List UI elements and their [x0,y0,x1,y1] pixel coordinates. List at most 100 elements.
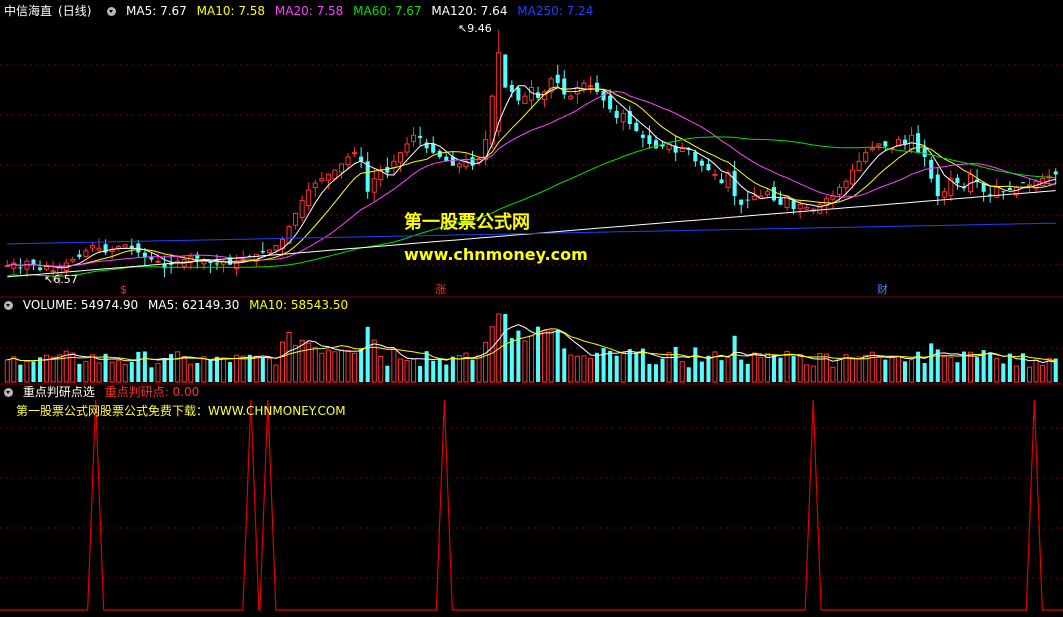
volume-bar [895,355,901,383]
volume-bar [909,359,915,383]
candle-body [50,270,56,273]
volume-menu-icon[interactable] [4,301,13,310]
volume-bar [155,362,161,383]
volume-ma5-legend: MA5: 62149.30 [148,298,240,312]
volume-bar [719,360,724,382]
candle-body [149,257,154,260]
volume-bar [503,314,508,382]
volume-bar [489,326,495,383]
indicator-panel-header: 重点判研点选 重点判研点: 0.00 [4,385,205,399]
volume-bar [693,347,698,382]
volume-bar [24,360,30,383]
candle-body [266,249,272,254]
volume-bar [758,357,764,383]
candle-body [712,173,718,176]
volume-bar [843,354,849,383]
volume-bar [679,361,685,383]
panel-menu-icon[interactable] [107,7,117,16]
volume-bar [371,339,377,383]
candle-body [778,198,783,205]
event-marker-1[interactable]: $ [120,283,127,297]
volume-bar [745,363,750,382]
candle-body [503,54,508,88]
volume-bar [103,353,108,382]
volume-bar [994,357,1000,383]
candle-body [509,84,514,92]
candle-body [456,163,462,168]
candle-body [902,139,908,144]
volume-bar [1040,365,1046,383]
volume-bar [279,341,286,383]
ma250-legend: MA250: 7.24 [517,4,594,18]
candle-body [608,95,613,110]
volume-bar [136,351,141,382]
candle-body [620,113,626,123]
volume-bar [391,348,397,383]
volume-bar [228,362,233,382]
volume-bar [856,356,862,383]
volume-bar [791,356,796,382]
volume-bar [810,365,816,383]
indicator-menu-icon[interactable] [4,388,13,397]
ma10-legend: MA10: 7.58 [196,4,266,18]
indicator-name: 重点判研点选 [22,385,95,399]
volume-bar [732,335,737,382]
low-price-annotation: ↖6.57 [44,273,78,286]
volume-bar [411,358,417,383]
candle-body [44,265,50,270]
volume-bar [83,360,89,383]
volume-bar [955,362,960,382]
volume-bar [784,350,790,383]
candle-body [312,182,318,189]
volume-bar [1026,366,1033,383]
volume-bar [208,359,213,382]
ma10-line [7,86,1056,267]
volume-bar [608,350,613,382]
volume-bar [293,345,299,383]
candle-body [175,260,181,263]
volume-bar [201,356,207,383]
volume-bar [948,356,954,383]
volume-bar [542,329,548,383]
volume-bar [345,350,351,383]
candle-body [1026,184,1033,187]
volume-bar [352,352,358,383]
candle-body [470,157,475,166]
candle-body [640,134,645,138]
candle-body [142,252,147,257]
volume-bar [365,326,370,382]
candle-body [1053,171,1058,175]
volume-bar [555,330,560,382]
volume-bar [988,352,993,382]
candle-body [706,164,711,171]
candle-body [31,259,36,265]
volume-bar [142,351,147,382]
volume-bar [627,349,632,382]
candle-body [83,250,89,257]
volume-bar [266,357,272,383]
candle-body [843,180,849,189]
volume-bar [325,349,331,383]
candle-body [516,87,521,101]
candle-body [719,179,724,184]
watermark-title: 第一股票公式网 [404,212,530,233]
candle-body [594,82,600,92]
event-marker-3[interactable]: 财 [877,283,888,297]
stock-chart-window[interactable]: 中信海直 (日线) MA5: 7.67 MA10: 7.58 MA20: 7.58… [0,0,1063,617]
volume-bar [548,330,554,383]
candle-body [856,160,862,171]
volume-bar [614,355,619,382]
candle-body [371,178,377,193]
volume-bar [359,348,364,382]
volume-bar [50,356,56,383]
price-panel-header: 中信海直 (日线) MA5: 7.67 MA10: 7.58 MA20: 7.58… [4,4,599,18]
volume-bar [109,361,115,383]
volume-bar [4,359,10,383]
volume-bar [299,339,305,383]
candle-body [306,189,312,207]
candle-body [922,147,927,157]
high-price-value: 9.46 [467,22,492,35]
event-marker-2[interactable]: 涨 [435,283,446,297]
candle-body [981,183,986,192]
volume-bar [286,331,292,383]
